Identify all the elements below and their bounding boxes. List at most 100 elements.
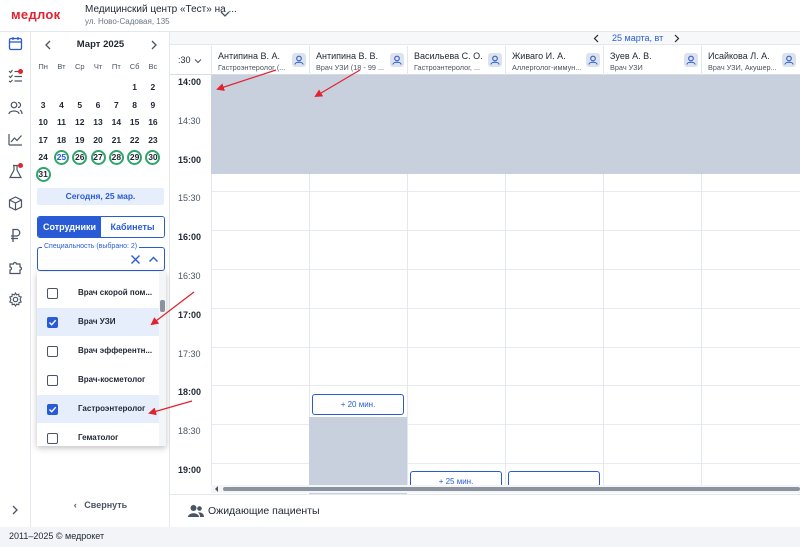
dropdown-scrollbar[interactable]: [159, 272, 166, 446]
calendar-day[interactable]: 20: [91, 133, 106, 148]
calendar-day[interactable]: 1: [127, 80, 142, 95]
calendar-day[interactable]: 25: [53, 149, 69, 165]
specialty-option[interactable]: Врач скорой пом...: [37, 279, 159, 307]
calendar-day[interactable]: 24: [36, 150, 51, 165]
doctor-column-header[interactable]: Антипина В. В. Врач УЗИ (18 - 99 ...: [309, 46, 407, 75]
box-icon[interactable]: [8, 196, 23, 211]
calendar-day[interactable]: 17: [36, 133, 51, 148]
calendar-cell: 12: [71, 114, 89, 131]
next-day-icon[interactable]: [672, 34, 681, 43]
today-button[interactable]: Сегодня, 25 мар.: [37, 188, 164, 205]
puzzle-icon[interactable]: [8, 260, 23, 275]
doctor-profile-button[interactable]: [390, 53, 404, 67]
calendar-day[interactable]: 16: [145, 115, 160, 130]
calendar-day[interactable]: 28: [108, 149, 124, 165]
calendar-day[interactable]: 26: [72, 149, 88, 165]
calendar-day[interactable]: 11: [54, 115, 69, 130]
expand-sidebar-icon[interactable]: [10, 505, 20, 515]
time-label: 17:00: [178, 309, 202, 320]
scroll-left-icon[interactable]: [213, 485, 220, 493]
footer: 2011–2025 © медрокет: [0, 527, 800, 547]
doctor-profile-button[interactable]: [292, 53, 306, 67]
horizontal-scroll-thumb[interactable]: [223, 487, 800, 491]
doctor-profile-button[interactable]: [586, 53, 600, 67]
rooms-tab[interactable]: Кабинеты: [101, 217, 164, 237]
time-label: 17:30: [178, 348, 201, 359]
calendar-day[interactable]: 31: [35, 167, 51, 183]
specialty-option[interactable]: Врач эфферентн...: [37, 337, 159, 365]
dropdown-scroll-thumb[interactable]: [160, 300, 165, 312]
chart-icon[interactable]: [8, 132, 23, 147]
calendar-day[interactable]: 9: [145, 98, 160, 113]
horizontal-scrollbar[interactable]: [211, 485, 800, 493]
calendar-cell: 18: [52, 132, 70, 149]
chevron-down-icon[interactable]: [220, 9, 230, 19]
checkbox-checked-icon[interactable]: [47, 404, 58, 415]
time-step-select[interactable]: :30: [178, 55, 191, 65]
users-icon[interactable]: [8, 100, 23, 115]
calendar-day[interactable]: 6: [91, 98, 106, 113]
calendar-day[interactable]: 30: [145, 149, 161, 165]
weekday-label: Чт: [93, 62, 103, 71]
calendar-day[interactable]: 15: [127, 115, 142, 130]
prev-day-icon[interactable]: [592, 34, 601, 43]
checkbox-icon[interactable]: [47, 375, 58, 386]
free-slot-button[interactable]: + 20 мин.: [312, 394, 404, 415]
checkbox-icon[interactable]: [47, 433, 58, 444]
doctor-column-header[interactable]: Зуев А. В. Врач УЗИ: [603, 46, 701, 75]
logo[interactable]: медлок: [11, 7, 60, 22]
calendar-day[interactable]: 27: [90, 149, 106, 165]
calendar-day[interactable]: 23: [145, 133, 160, 148]
gear-icon[interactable]: [8, 291, 23, 308]
calendar-icon[interactable]: [8, 36, 23, 51]
calendar-day[interactable]: 18: [54, 133, 69, 148]
calendar-cell: [89, 79, 107, 96]
calendar-cell: 14: [107, 114, 125, 131]
calendar-day[interactable]: 8: [127, 98, 142, 113]
doctor-column-header[interactable]: Васильева С. О. Гастроэнтеролог, ...: [407, 46, 505, 75]
doctor-column-header[interactable]: Исайкова Л. А. Врач УЗИ, Акушер...: [701, 46, 799, 75]
chevron-down-icon[interactable]: [194, 57, 202, 65]
specialty-option[interactable]: Врач-косметолог: [37, 366, 159, 394]
specialty-option[interactable]: Гематолог: [37, 424, 159, 446]
calendar-day[interactable]: 7: [109, 98, 124, 113]
calendar-day[interactable]: 2: [145, 80, 160, 95]
date-bar: 25 марта, вт: [170, 32, 800, 45]
calendar-day[interactable]: 14: [109, 115, 124, 130]
calendar-cell: [52, 166, 70, 183]
doctor-profile-button[interactable]: [782, 53, 796, 67]
specialty-select[interactable]: Специальность (выбрано: 2): [37, 243, 165, 271]
checkbox-checked-icon[interactable]: [47, 317, 58, 328]
calendar-day[interactable]: 3: [36, 98, 51, 113]
doctor-profile-button[interactable]: [488, 53, 502, 67]
time-label: 16:00: [178, 232, 202, 243]
chevron-up-icon[interactable]: [148, 254, 159, 265]
doctor-column-header[interactable]: Живаго И. А. Аллерголог-иммун...: [505, 46, 603, 75]
collapse-button[interactable]: ‹ Свернуть: [31, 500, 170, 510]
next-month-icon[interactable]: [149, 40, 159, 50]
ruble-icon[interactable]: [8, 228, 23, 243]
specialty-option[interactable]: Врач УЗИ: [37, 308, 159, 336]
calendar-cell: [144, 166, 162, 183]
doctor-column-header[interactable]: Антипина В. А. Гастроэнтеролог (...: [211, 46, 309, 75]
calendar-day[interactable]: 19: [72, 133, 87, 148]
checkbox-icon[interactable]: [47, 288, 58, 299]
checkbox-icon[interactable]: [47, 346, 58, 357]
calendar-day[interactable]: 22: [127, 133, 142, 148]
specialty-option[interactable]: Гастроэнтеролог: [37, 395, 159, 423]
calendar-day[interactable]: 13: [91, 115, 106, 130]
schedule: 25 марта, вт :30 Антипина В. А. Гастроэнт…: [170, 32, 800, 494]
calendar-day[interactable]: 4: [54, 98, 69, 113]
calendar-day[interactable]: 12: [72, 115, 87, 130]
calendar-day[interactable]: 5: [72, 98, 87, 113]
doctor-name: Васильева С. О.: [414, 51, 483, 61]
calendar-day[interactable]: 10: [36, 115, 51, 130]
calendar-day[interactable]: 21: [109, 133, 124, 148]
waiting-patients-bar[interactable]: Ожидающие пациенты: [170, 494, 800, 527]
calendar-day[interactable]: 29: [127, 149, 143, 165]
clear-icon[interactable]: [130, 254, 141, 265]
staff-tab[interactable]: Сотрудники: [38, 217, 101, 237]
clinic-name[interactable]: Медицинский центр «Тест» на ...: [85, 4, 237, 15]
doctor-profile-button[interactable]: [684, 53, 698, 67]
current-date[interactable]: 25 марта, вт: [612, 33, 663, 43]
